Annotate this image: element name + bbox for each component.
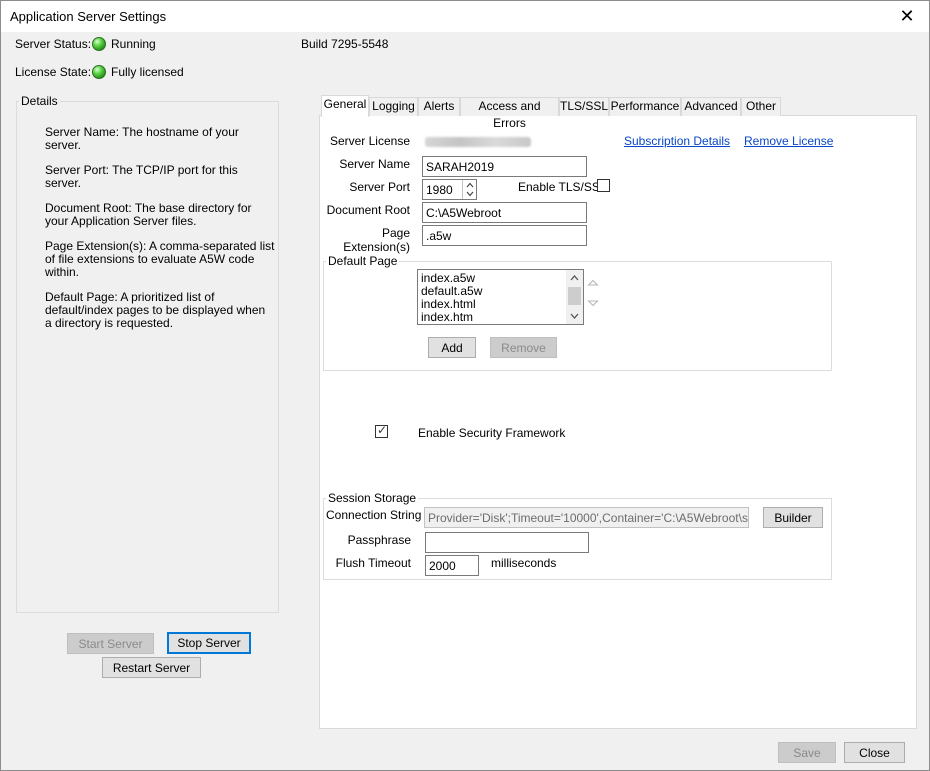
remove-default-page-button[interactable]: Remove	[490, 337, 557, 358]
enable-tls-checkbox[interactable]	[597, 179, 610, 192]
details-text: Server Name: The hostname of your server…	[45, 126, 275, 342]
tab-general[interactable]: General	[321, 95, 369, 117]
details-line: Server Name: The hostname of your server…	[45, 125, 239, 152]
subscription-details-link[interactable]: Subscription Details	[624, 134, 730, 148]
tab-access-and-errors[interactable]: Access and Errors	[460, 97, 559, 130]
server-status-label: Server Status:	[15, 37, 92, 51]
tab-alerts[interactable]: Alerts	[418, 97, 460, 116]
license-key-redacted	[425, 137, 531, 147]
details-line: Document Root: The base directory for yo…	[45, 201, 252, 228]
list-item[interactable]: index.htm	[421, 311, 473, 324]
add-default-page-button[interactable]: Add	[428, 337, 476, 358]
title-bar: Application Server Settings ✕	[1, 1, 929, 32]
passphrase-input[interactable]	[425, 532, 589, 553]
server-status-value: Running	[111, 37, 156, 51]
default-page-listbox[interactable]: index.a5w default.a5w index.html index.h…	[417, 269, 584, 325]
remove-license-link[interactable]: Remove License	[744, 134, 833, 148]
flush-timeout-label: Flush Timeout	[335, 556, 411, 570]
security-framework-checkbox[interactable]	[375, 423, 388, 438]
license-state-label: License State:	[15, 65, 92, 79]
build-number: Build 7295-5548	[301, 37, 389, 51]
stop-server-button[interactable]: Stop Server	[167, 632, 251, 654]
tab-other[interactable]: Other	[741, 97, 781, 116]
tab-tls-ssl[interactable]: TLS/SSL	[559, 97, 609, 116]
details-legend: Details	[21, 94, 58, 108]
restart-server-button[interactable]: Restart Server	[102, 657, 201, 678]
connection-string-label: Connection String	[326, 508, 422, 522]
license-state-value: Fully licensed	[111, 65, 184, 79]
tab-advanced[interactable]: Advanced	[681, 97, 741, 116]
passphrase-label: Passphrase	[347, 533, 411, 547]
server-status-led-icon	[92, 37, 106, 51]
close-icon[interactable]: ✕	[885, 1, 929, 32]
server-name-input[interactable]: SARAH2019	[422, 156, 587, 177]
page-extension-label: Page Extension(s)	[343, 226, 410, 254]
server-name-label: Server Name	[339, 157, 410, 171]
default-page-legend: Default Page	[328, 254, 398, 268]
window-title: Application Server Settings	[10, 9, 167, 24]
start-server-button[interactable]: Start Server	[67, 633, 154, 654]
session-storage-legend: Session Storage	[328, 491, 417, 505]
license-state-led-icon	[92, 65, 106, 79]
flush-timeout-input[interactable]: 2000	[425, 555, 479, 576]
details-line: Page Extension(s): A comma-separated lis…	[45, 239, 275, 279]
page-extension-input[interactable]: .a5w	[422, 225, 587, 246]
server-port-value: 1980	[426, 183, 453, 197]
server-port-label: Server Port	[349, 180, 410, 194]
server-license-label: Server License	[329, 134, 410, 148]
close-button[interactable]: Close	[844, 742, 905, 763]
flush-timeout-unit: milliseconds	[491, 556, 557, 570]
listbox-scrollbar[interactable]	[566, 270, 583, 324]
security-framework-label: Enable Security Framework	[418, 426, 566, 440]
server-port-spinner[interactable]	[462, 180, 476, 199]
spin-arrows-icon	[466, 182, 474, 197]
application-server-settings-window: Application Server Settings ✕ Server Sta…	[0, 0, 930, 771]
enable-tls-label: Enable TLS/SSL	[518, 180, 607, 194]
document-root-input[interactable]: C:\A5Webroot	[422, 202, 587, 223]
tab-logging[interactable]: Logging	[369, 97, 418, 116]
builder-button[interactable]: Builder	[763, 507, 823, 528]
details-line: Default Page: A prioritized list of defa…	[45, 290, 266, 330]
details-line: Server Port: The TCP/IP port for this se…	[45, 163, 238, 190]
save-button[interactable]: Save	[778, 742, 836, 763]
reorder-arrows-icon[interactable]	[586, 275, 600, 311]
tab-performance[interactable]: Performance	[609, 97, 681, 116]
document-root-label: Document Root	[326, 203, 410, 217]
connection-string-input[interactable]: Provider='Disk';Timeout='10000',Containe…	[424, 507, 749, 528]
scrollbar-arrows-icon	[568, 275, 581, 319]
